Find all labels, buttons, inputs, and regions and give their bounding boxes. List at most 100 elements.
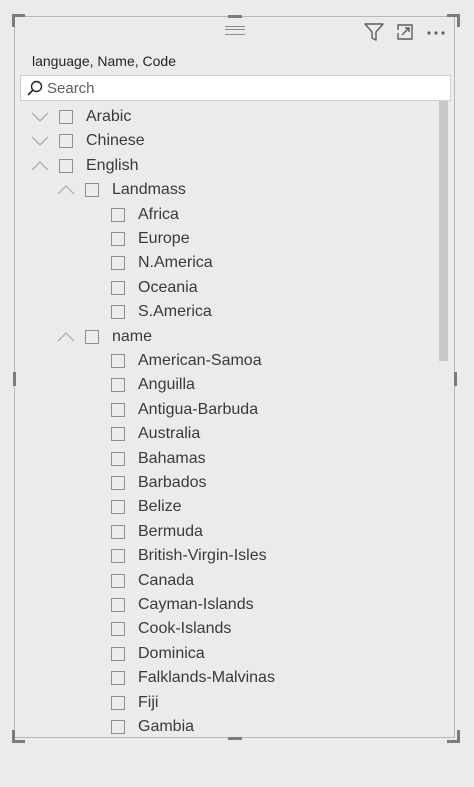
tree-item[interactable]: English xyxy=(31,154,138,178)
tree-item-label: Anguilla xyxy=(138,376,195,394)
chevron-down-icon[interactable] xyxy=(31,135,49,147)
tree-item[interactable]: Canada xyxy=(111,569,194,593)
tree-item-label: Cayman-Islands xyxy=(138,596,254,613)
tree-item[interactable]: Dominica xyxy=(111,642,205,666)
tree-item[interactable]: Oceania xyxy=(111,276,198,300)
tree-item-label: Oceania xyxy=(138,278,198,296)
checkbox[interactable] xyxy=(111,232,125,246)
tree-item[interactable]: British-Virgin-Isles xyxy=(111,544,267,568)
tree-item[interactable]: Anguilla xyxy=(111,373,195,397)
slicer-visual[interactable]: language, Name, Code Arabic Chinese Englis… xyxy=(14,16,455,738)
tree-item-label: English xyxy=(86,156,139,174)
tree-item[interactable]: Australia xyxy=(111,422,200,446)
bottom-resize-handle[interactable] xyxy=(228,737,242,740)
tree-item[interactable]: Cook-Islands xyxy=(111,617,231,641)
tree-item[interactable]: N.America xyxy=(111,251,213,275)
tree-item-label: Antigua-Barbuda xyxy=(138,400,259,418)
tree-item[interactable]: Bermuda xyxy=(111,520,203,544)
corner-handle-top-right[interactable] xyxy=(447,14,460,27)
tree-item[interactable]: Barbados xyxy=(111,471,207,495)
corner-handle-top-left[interactable] xyxy=(12,14,25,27)
corner-handle-bottom-left[interactable] xyxy=(12,730,25,743)
tree-item-label: Australia xyxy=(138,425,201,443)
tree-item-label: Arabic xyxy=(86,108,132,125)
tree-item-label: Bahamas xyxy=(138,449,206,467)
tree-item-label: Barbados xyxy=(138,474,207,491)
tree-item-label: Falklands-Malvinas xyxy=(138,669,275,687)
tree-item[interactable]: Fiji xyxy=(111,691,158,715)
checkbox[interactable] xyxy=(59,110,73,124)
chevron-down-icon[interactable] xyxy=(31,111,49,123)
checkbox[interactable] xyxy=(59,158,73,173)
visual-header xyxy=(15,17,454,45)
checkbox[interactable] xyxy=(111,598,125,612)
checkbox[interactable] xyxy=(111,451,125,466)
filter-icon[interactable] xyxy=(363,21,385,43)
tree-item[interactable]: Europe xyxy=(111,227,190,251)
slicer-title: language, Name, Code xyxy=(32,53,176,69)
tree-item[interactable]: Africa xyxy=(111,203,179,227)
tree-item[interactable]: Gambia xyxy=(111,715,194,739)
search-box[interactable] xyxy=(20,75,451,101)
checkbox[interactable] xyxy=(111,476,125,490)
tree-item-label: Fiji xyxy=(138,693,159,711)
chevron-up-icon[interactable] xyxy=(31,160,49,172)
tree-item-label: N.America xyxy=(138,254,213,272)
tree-item-label: Gambia xyxy=(138,718,195,735)
checkbox[interactable] xyxy=(111,500,125,515)
checkbox[interactable] xyxy=(111,378,125,393)
tree-item[interactable]: Belize xyxy=(111,495,182,519)
checkbox[interactable] xyxy=(85,183,99,198)
tree-item[interactable]: S.America xyxy=(111,300,212,324)
corner-handle-bottom-right[interactable] xyxy=(447,730,460,743)
tree-item-label: British-Virgin-Isles xyxy=(138,547,267,565)
tree-item-label: Bermuda xyxy=(138,522,203,540)
focus-mode-icon[interactable] xyxy=(394,21,416,43)
tree-item[interactable]: Falklands-Malvinas xyxy=(111,666,275,690)
tree-item-label: Chinese xyxy=(86,132,145,150)
checkbox[interactable] xyxy=(111,305,125,320)
right-resize-handle[interactable] xyxy=(454,372,457,386)
tree-item-label: Europe xyxy=(138,230,190,247)
tree-item-label: Belize xyxy=(138,498,182,516)
search-icon xyxy=(26,79,44,97)
drag-handle-icon[interactable] xyxy=(225,26,245,35)
checkbox[interactable] xyxy=(111,646,125,661)
left-resize-handle[interactable] xyxy=(13,372,16,386)
tree-item[interactable]: Antigua-Barbuda xyxy=(111,398,258,422)
checkbox[interactable] xyxy=(111,207,125,222)
tree-item-label: Africa xyxy=(138,205,179,223)
checkbox[interactable] xyxy=(111,280,125,295)
checkbox[interactable] xyxy=(85,329,99,344)
checkbox[interactable] xyxy=(111,622,125,637)
tree-item-label: Canada xyxy=(138,571,195,589)
checkbox[interactable] xyxy=(111,720,125,734)
scrollbar[interactable] xyxy=(439,101,448,361)
tree-item-label: S.America xyxy=(138,303,212,321)
tree-item-label: name xyxy=(112,327,153,345)
checkbox[interactable] xyxy=(111,549,125,564)
tree-item[interactable]: Chinese xyxy=(31,129,145,153)
chevron-up-icon[interactable] xyxy=(57,184,75,196)
tree-item[interactable]: American-Samoa xyxy=(111,349,262,373)
checkbox[interactable] xyxy=(111,427,125,442)
chevron-up-icon[interactable] xyxy=(57,331,75,343)
tree-item[interactable]: Landmass xyxy=(57,178,186,202)
checkbox[interactable] xyxy=(111,695,125,710)
checkbox[interactable] xyxy=(111,354,125,368)
checkbox[interactable] xyxy=(111,524,125,539)
checkbox[interactable] xyxy=(111,256,125,271)
tree-item[interactable]: Bahamas xyxy=(111,447,206,471)
tree-item-label: Cook-Islands xyxy=(138,620,232,638)
checkbox[interactable] xyxy=(111,402,125,417)
more-options-icon[interactable] xyxy=(425,21,447,43)
checkbox[interactable] xyxy=(111,671,125,686)
checkbox[interactable] xyxy=(111,573,125,588)
tree-item[interactable]: Cayman-Islands xyxy=(111,593,254,617)
tree-item[interactable]: Arabic xyxy=(31,105,131,129)
top-resize-handle[interactable] xyxy=(228,15,242,18)
tree-item-label: Dominica xyxy=(138,644,205,662)
tree-item[interactable]: name xyxy=(57,325,152,349)
search-input[interactable] xyxy=(47,78,437,98)
checkbox[interactable] xyxy=(59,134,73,149)
